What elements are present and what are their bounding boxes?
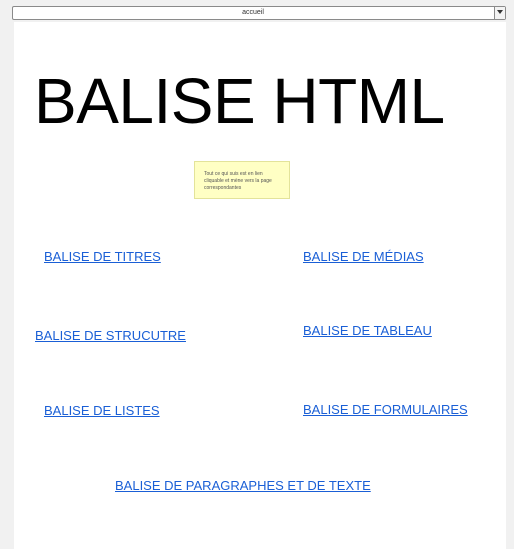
link-balise-paragraphes[interactable]: BALISE DE PARAGRAPHES ET DE TEXTE: [115, 478, 371, 494]
link-balise-titres[interactable]: BALISE DE TITRES: [44, 249, 161, 265]
link-balise-medias[interactable]: BALISE DE MÉDIAS: [303, 249, 424, 265]
page-select-value: accueil: [242, 9, 264, 16]
link-balise-tableau[interactable]: BALISE DE TABLEAU: [303, 323, 432, 339]
select-arrow-button[interactable]: [494, 7, 505, 19]
link-balise-formulaires[interactable]: BALISE DE FORMULAIRES: [303, 402, 468, 418]
sticky-note: Tout ce qui suis est en lien cliquable e…: [194, 161, 290, 199]
link-balise-structure[interactable]: BALISE DE STRUCUTRE: [35, 328, 186, 344]
app-frame: accueil BALISE HTML Tout ce qui suis est…: [0, 0, 514, 549]
page-title: BALISE HTML: [34, 65, 445, 137]
chevron-down-icon: [497, 10, 503, 14]
link-balise-listes[interactable]: BALISE DE LISTES: [44, 403, 160, 419]
page-content: BALISE HTML Tout ce qui suis est en lien…: [14, 22, 506, 549]
page-select[interactable]: accueil: [12, 6, 506, 20]
